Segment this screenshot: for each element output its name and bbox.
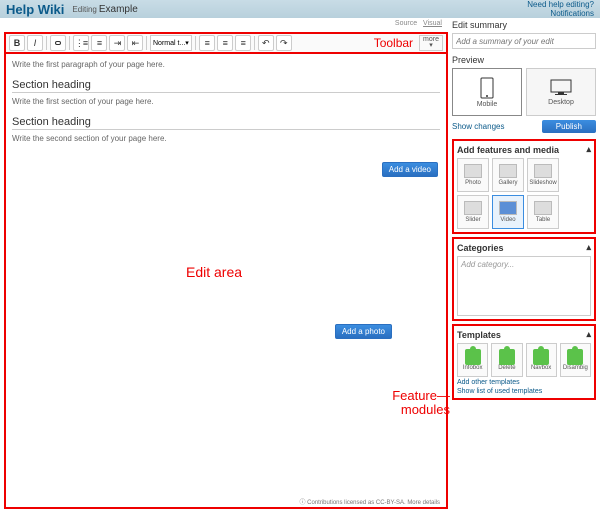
align-center-button[interactable]: ≡ [217, 35, 233, 51]
collapse-icon[interactable]: ▴ [586, 144, 591, 155]
indent-button[interactable]: ⇥ [109, 35, 125, 51]
feature-photo[interactable]: Photo [457, 158, 489, 192]
preview-mobile[interactable]: Mobile [452, 68, 522, 116]
section-2-text[interactable]: Write the second section of your page he… [12, 134, 440, 143]
section-heading-2[interactable]: Section heading [12, 116, 440, 130]
link-button[interactable] [50, 35, 66, 51]
main-column: Source Visual B I ⋮≡ ≡ ⇥ ⇤ Normal t... ▾… [0, 18, 450, 513]
section-heading-1[interactable]: Section heading [12, 79, 440, 93]
puzzle-icon [465, 349, 481, 365]
categories-title: Categories [457, 243, 504, 253]
add-photo-button[interactable]: Add a photo [335, 324, 392, 339]
italic-button[interactable]: I [27, 35, 43, 51]
desktop-icon [550, 79, 572, 97]
template-delete[interactable]: Delete [491, 343, 522, 377]
editing-label: Editing [72, 5, 96, 14]
more-button[interactable]: more▾ [419, 35, 443, 51]
toolbar: B I ⋮≡ ≡ ⇥ ⇤ Normal t... ▾ ≡ ≡ ≡ ↶ ↷ Too… [4, 32, 448, 54]
mode-tabs: Source Visual [391, 20, 442, 27]
page-name: Example [99, 4, 138, 15]
photo-icon [464, 164, 482, 178]
template-disambig[interactable]: Disambig [560, 343, 591, 377]
video-icon [499, 201, 517, 215]
source-tab[interactable]: Source [395, 20, 417, 27]
category-input[interactable]: Add category... [457, 256, 591, 316]
app-header: Help Wiki Editing Example Need help edit… [0, 0, 600, 18]
align-right-button[interactable]: ≡ [235, 35, 251, 51]
outdent-button[interactable]: ⇤ [127, 35, 143, 51]
license-footer: ⓘ Contributions licensed as CC-BY-SA. Mo… [299, 497, 440, 506]
visual-tab[interactable]: Visual [423, 20, 442, 27]
header-right: Need help editing? Notifications [527, 0, 594, 18]
slideshow-icon [534, 164, 552, 178]
collapse-icon[interactable]: ▴ [586, 242, 591, 253]
edit-summary-input[interactable] [452, 33, 596, 49]
add-video-button[interactable]: Add a video [382, 162, 438, 177]
align-left-button[interactable]: ≡ [199, 35, 215, 51]
ol-button[interactable]: ≡ [91, 35, 107, 51]
table-icon [534, 201, 552, 215]
mobile-icon [480, 77, 494, 99]
feature-video[interactable]: Video [492, 195, 524, 229]
feature-gallery[interactable]: Gallery [492, 158, 524, 192]
features-panel: Add features and media ▴ Photo Gallery Sl… [452, 139, 596, 234]
edit-area[interactable]: Write the first paragraph of your page h… [4, 54, 448, 509]
intro-paragraph[interactable]: Write the first paragraph of your page h… [12, 60, 440, 69]
format-dropdown[interactable]: Normal t... ▾ [150, 35, 192, 51]
undo-button[interactable]: ↶ [258, 35, 274, 51]
wiki-title: Help Wiki [6, 2, 64, 17]
collapse-icon[interactable]: ▴ [586, 329, 591, 340]
redo-button[interactable]: ↷ [276, 35, 292, 51]
add-other-templates-link[interactable]: Add other templates [457, 379, 591, 386]
features-title: Add features and media [457, 145, 559, 155]
slider-icon [464, 201, 482, 215]
section-1-text[interactable]: Write the first section of your page her… [12, 97, 440, 106]
template-infobox[interactable]: Infobox [457, 343, 488, 377]
templates-title: Templates [457, 330, 501, 340]
toolbar-annotation: Toolbar [374, 36, 413, 50]
edit-area-annotation: Edit area [186, 264, 242, 280]
show-changes-link[interactable]: Show changes [452, 122, 504, 131]
gallery-icon [499, 164, 517, 178]
preview-title: Preview [452, 55, 596, 65]
feature-modules-annotation: Feature—modules [392, 389, 450, 417]
help-link[interactable]: Need help editing? [527, 0, 594, 9]
edit-summary-title: Edit summary [452, 20, 596, 30]
preview-desktop[interactable]: Desktop [526, 68, 596, 116]
sidebar: Edit summary Preview Mobile Desktop Show… [450, 18, 600, 513]
puzzle-icon [499, 349, 515, 365]
ul-button[interactable]: ⋮≡ [73, 35, 89, 51]
puzzle-icon [567, 349, 583, 365]
templates-panel: Templates ▴ Infobox Delete Navbox Disambi… [452, 324, 596, 400]
feature-slideshow[interactable]: Slideshow [527, 158, 559, 192]
template-navbox[interactable]: Navbox [526, 343, 557, 377]
feature-table[interactable]: Table [527, 195, 559, 229]
bold-button[interactable]: B [9, 35, 25, 51]
feature-slider[interactable]: Slider [457, 195, 489, 229]
publish-button[interactable]: Publish [542, 120, 596, 133]
categories-panel: Categories ▴ Add category... [452, 237, 596, 321]
show-templates-link[interactable]: Show list of used templates [457, 388, 591, 395]
notifications-link[interactable]: Notifications [527, 9, 594, 18]
puzzle-icon [533, 349, 549, 365]
